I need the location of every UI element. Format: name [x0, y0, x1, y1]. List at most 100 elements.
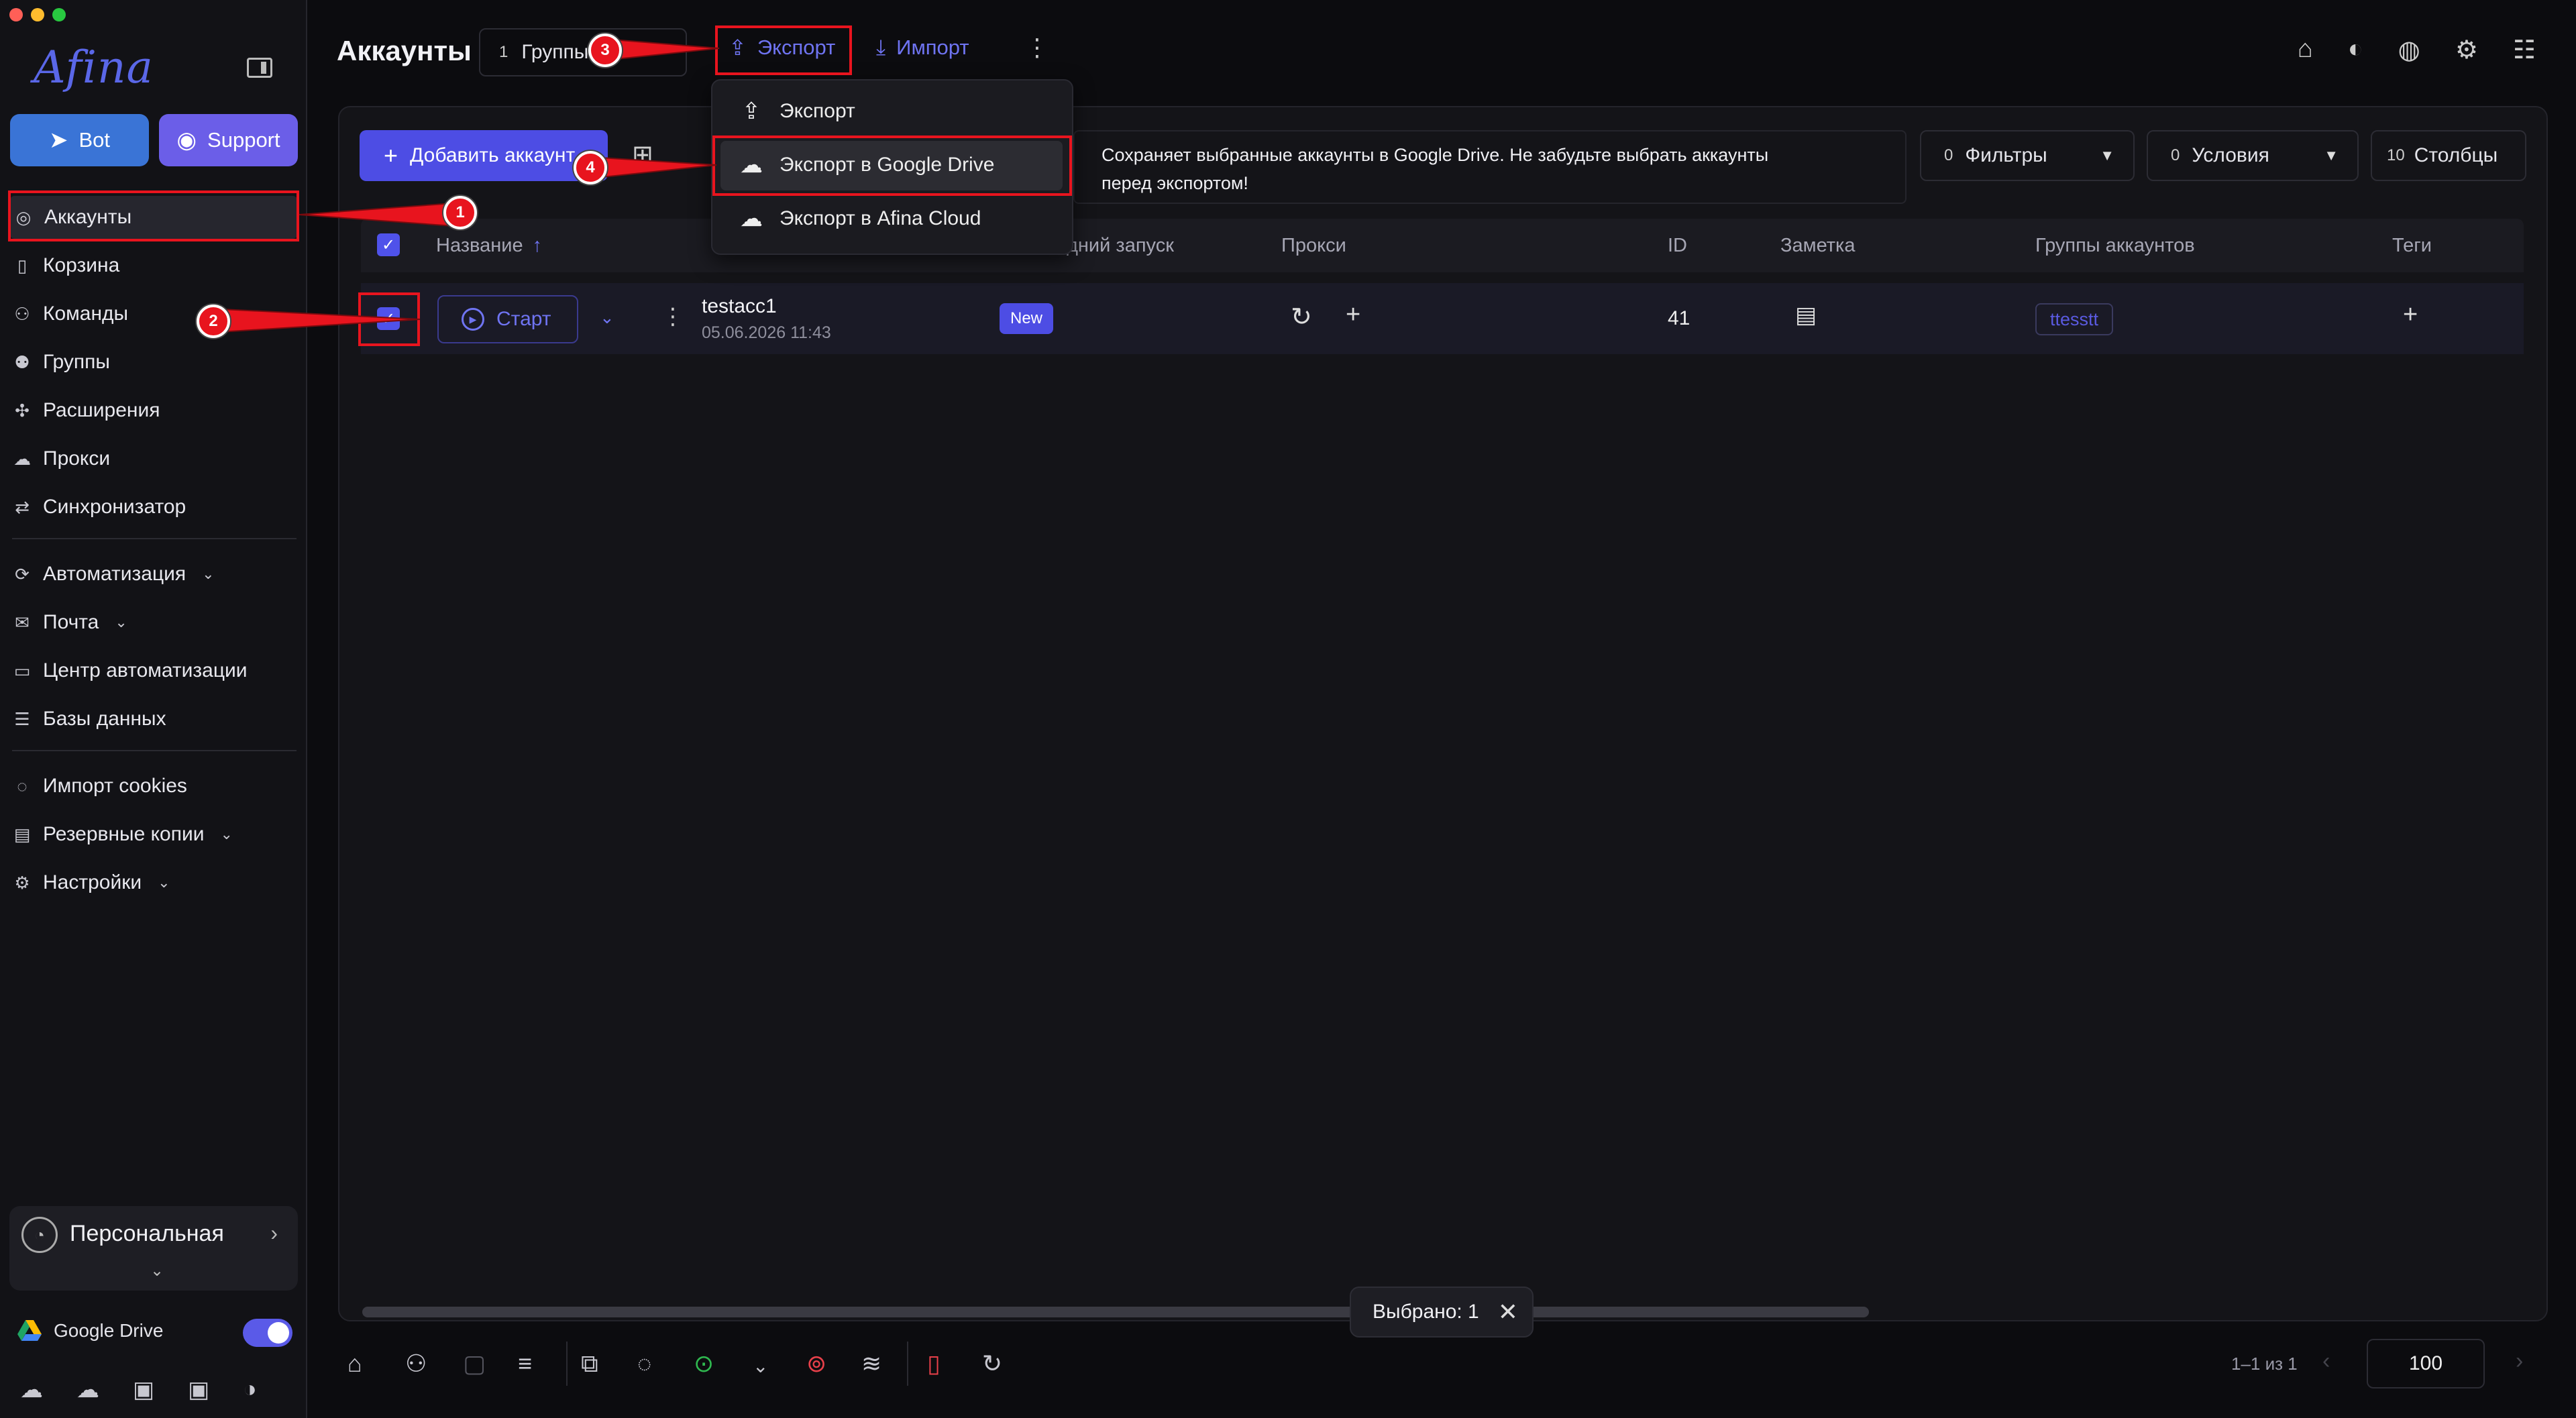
- select-all-checkbox[interactable]: ✓: [377, 233, 400, 256]
- cookie-icon[interactable]: ◌: [637, 1350, 651, 1378]
- sidebar-toggle-icon[interactable]: [247, 58, 272, 78]
- window-controls: [9, 8, 66, 21]
- group-tag[interactable]: ttesstt: [2035, 303, 2113, 335]
- sidebar-item-import-cookies[interactable]: ◌ Импорт cookies: [12, 765, 187, 808]
- chevron-down-icon[interactable]: ⌄: [600, 307, 614, 328]
- support-button[interactable]: ◉ Support: [159, 114, 298, 166]
- support-label: Support: [207, 128, 280, 152]
- minimize-window-button[interactable]: [31, 8, 44, 21]
- folder-upload-icon[interactable]: ▣: [133, 1376, 154, 1403]
- google-drive-toggle[interactable]: [243, 1319, 292, 1347]
- chevron-right-icon[interactable]: ›: [2516, 1348, 2523, 1374]
- add-tag-icon[interactable]: +: [2403, 301, 2418, 329]
- conditions-label: Условия: [2192, 144, 2269, 166]
- refresh-icon[interactable]: ↻: [982, 1350, 1002, 1378]
- sidebar-item-teams[interactable]: ⚇ Команды: [12, 292, 128, 335]
- gear-icon[interactable]: ⚙: [2455, 35, 2478, 65]
- chevron-left-icon[interactable]: ‹: [2322, 1348, 2330, 1374]
- column-groups[interactable]: Группы аккаунтов: [2035, 235, 2195, 257]
- add-proxy-icon[interactable]: +: [1346, 301, 1360, 329]
- sidebar-item-groups[interactable]: ⚉ Группы: [12, 341, 110, 384]
- folder-download-icon[interactable]: ▣: [188, 1376, 209, 1403]
- column-proxy[interactable]: Прокси: [1281, 235, 1346, 257]
- groups-select[interactable]: 1 Группы: [479, 28, 687, 76]
- column-last-launch[interactable]: дний запуск: [1067, 235, 1174, 257]
- user-icon: ◔: [21, 1217, 58, 1253]
- grid-add-icon[interactable]: ⊞: [632, 140, 653, 170]
- start-label: Старт: [496, 308, 551, 330]
- filters-select[interactable]: 0 Фильтры ▼: [1920, 130, 2135, 181]
- account-name[interactable]: testacc1: [702, 295, 777, 318]
- close-icon[interactable]: ✕: [1498, 1298, 1518, 1326]
- workspace-selector[interactable]: ◔ Персональная › ⌄: [9, 1206, 298, 1291]
- tag-icon[interactable]: ⌂: [347, 1350, 362, 1378]
- sidebar-item-automation-center[interactable]: ▭ Центр автоматизации: [12, 649, 248, 692]
- add-account-button[interactable]: + Добавить аккаунт: [360, 130, 608, 181]
- google-drive-icon: [17, 1320, 42, 1341]
- stop-circle-icon[interactable]: ⊚: [806, 1350, 826, 1378]
- chevron-right-icon: ›: [270, 1221, 278, 1245]
- tooltip-text: Сохраняет выбранные аккаунты в Google Dr…: [1102, 145, 1769, 193]
- more-vertical-icon[interactable]: ⋮: [1025, 34, 1049, 62]
- highlight-google-drive-item: [712, 135, 1072, 196]
- layout-icon[interactable]: ☷: [2513, 35, 2536, 65]
- selection-pill: Выбрано: 1 ✕: [1350, 1287, 1534, 1338]
- globe-icon[interactable]: ◍: [2398, 35, 2420, 65]
- import-label: Импорт: [896, 36, 969, 59]
- clipboard-icon[interactable]: ▤: [1795, 302, 1817, 329]
- import-button[interactable]: ⤓ Импорт: [876, 35, 969, 60]
- backup-icon: ▤: [13, 824, 31, 844]
- more-vertical-icon[interactable]: ⋮: [661, 303, 684, 330]
- file-icon[interactable]: ▢: [463, 1350, 486, 1378]
- maximize-window-button[interactable]: [52, 8, 66, 21]
- playlist-icon[interactable]: ≡: [518, 1350, 532, 1378]
- play-circle-icon[interactable]: ⊙: [694, 1350, 714, 1378]
- column-note[interactable]: Заметка: [1780, 235, 1855, 257]
- cloud-download-icon[interactable]: ☁: [76, 1376, 99, 1403]
- proxy-check-icon[interactable]: ◐: [2348, 35, 2363, 65]
- eye-off-icon[interactable]: ◑: [243, 1376, 257, 1403]
- tag-icon[interactable]: ⌂: [2298, 35, 2313, 65]
- page-size-input[interactable]: 100: [2367, 1339, 2485, 1388]
- caret-down-icon: ▼: [2324, 147, 2339, 164]
- sidebar-item-automation[interactable]: ⟳ Автоматизация ⌄: [12, 553, 215, 596]
- sidebar-item-mail[interactable]: ✉ Почта ⌄: [12, 601, 127, 644]
- conditions-select[interactable]: 0 Условия ▼: [2147, 130, 2359, 181]
- start-button[interactable]: ▶ Старт: [437, 295, 578, 343]
- filters-label: Фильтры: [1965, 144, 2047, 166]
- sidebar-item-settings[interactable]: ⚙ Настройки ⌄: [12, 861, 170, 904]
- gear-icon: ⚙: [14, 872, 30, 893]
- cloud-upload-icon[interactable]: ☁: [20, 1376, 43, 1403]
- sidebar-item-databases[interactable]: ☰ Базы данных: [12, 698, 166, 741]
- column-tags[interactable]: Теги: [2392, 235, 2432, 257]
- laptop-icon: ▭: [13, 660, 31, 681]
- chevron-down-icon[interactable]: ⌄: [753, 1355, 768, 1377]
- columns-select[interactable]: 10 Столбцы: [2371, 130, 2526, 181]
- column-name[interactable]: Название ↑: [436, 235, 542, 257]
- sidebar-item-proxy[interactable]: ☁ Прокси: [12, 437, 110, 480]
- column-id[interactable]: ID: [1668, 235, 1687, 257]
- chevron-down-icon: ⌄: [158, 874, 170, 891]
- mail-icon: ✉: [15, 612, 30, 633]
- wifi-off-icon[interactable]: ≋: [861, 1350, 881, 1378]
- chevron-down-icon[interactable]: ⌄: [150, 1261, 164, 1280]
- highlight-accounts: [8, 190, 299, 241]
- sidebar-item-backups[interactable]: ▤ Резервные копии ⌄: [12, 813, 233, 856]
- add-account-label: Добавить аккаунт: [410, 144, 576, 166]
- sidebar-item-label: Команды: [43, 303, 129, 325]
- trash-icon[interactable]: ▯: [927, 1350, 941, 1378]
- bot-button[interactable]: ➤ Bot: [10, 114, 149, 166]
- table-row[interactable]: [361, 283, 2524, 354]
- users-icon[interactable]: ⚇: [405, 1350, 427, 1378]
- menu-item-export[interactable]: ⇪ Экспорт: [738, 98, 855, 125]
- close-window-button[interactable]: [9, 8, 23, 21]
- menu-item-export-afina-cloud[interactable]: ☁ Экспорт в Afina Cloud: [738, 205, 981, 232]
- selection-label: Выбрано: 1: [1373, 1301, 1479, 1323]
- copy-icon[interactable]: ⧉: [581, 1350, 598, 1378]
- horizontal-scrollbar[interactable]: [362, 1307, 1869, 1317]
- annotation-marker-4: 4: [574, 151, 607, 184]
- sidebar-item-synchronizer[interactable]: ⇄ Синхронизатор: [12, 486, 186, 529]
- sidebar-item-extensions[interactable]: ✣ Расширения: [12, 389, 160, 432]
- sidebar-item-trash[interactable]: ▯ Корзина: [12, 244, 119, 287]
- refresh-icon[interactable]: ↻: [1291, 302, 1312, 332]
